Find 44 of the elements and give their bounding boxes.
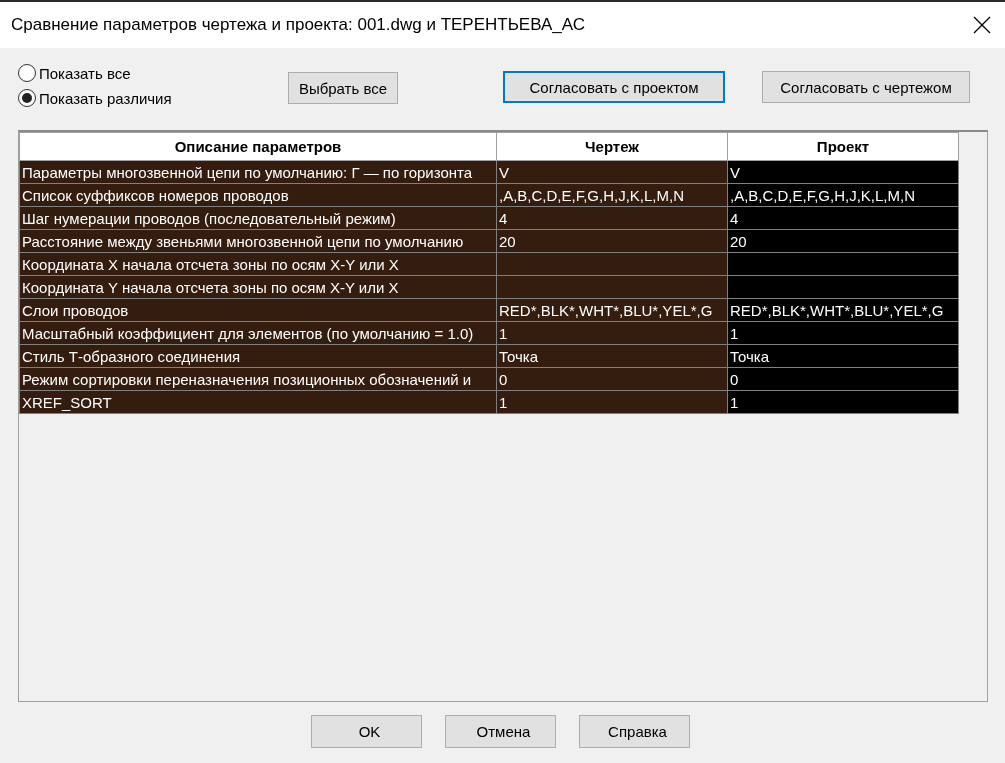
- table-cell: Координата X начала отсчета зоны по осям X-Y или X: [19, 252, 497, 276]
- radio-button[interactable]: [18, 64, 36, 82]
- dialog-button[interactable]: OK: [310, 715, 422, 748]
- table-cell: Точка: [496, 344, 728, 368]
- table-cell: 20: [727, 229, 959, 253]
- table-cell: 20: [496, 229, 728, 253]
- table-cell: Точка: [727, 344, 959, 368]
- column-header[interactable]: Чертеж: [496, 132, 728, 161]
- table-cell: RED*,BLK*,WHT*,BLU*,YEL*,G: [727, 298, 959, 322]
- table-cell: 0: [727, 367, 959, 391]
- table-cell: RED*,BLK*,WHT*,BLU*,YEL*,G: [496, 298, 728, 322]
- table-cell: Режим сортировки переназначения позиционных обозначений и: [19, 367, 497, 391]
- dialog-button[interactable]: Справка: [578, 715, 690, 748]
- column-header[interactable]: Проект: [727, 132, 959, 161]
- table-cell: V: [727, 160, 959, 184]
- radio-button[interactable]: [18, 89, 36, 107]
- table-cell: Шаг нумерации проводов (последовательный режим): [19, 206, 497, 230]
- table-cell: 0: [496, 367, 728, 391]
- window-title: Сравнение параметров чертежа и проекта: 001.dwg и ТЕРЕНТЬЕВА_АС: [11, 15, 585, 35]
- table-cell: 1: [727, 390, 959, 414]
- table-cell: 1: [496, 321, 728, 345]
- table-cell: 1: [727, 321, 959, 345]
- table-cell: 4: [496, 206, 728, 230]
- action-button[interactable]: Выбрать все: [288, 72, 398, 104]
- table-cell: Параметры многозвенной цепи по умолчанию: Г — по горизонта: [19, 160, 497, 184]
- action-button[interactable]: Согласовать с чертежом: [762, 71, 970, 103]
- radio-label[interactable]: Показать все: [39, 64, 131, 82]
- close-icon[interactable]: [973, 16, 991, 34]
- action-button[interactable]: Согласовать с проектом: [503, 71, 725, 103]
- table-cell: Координата Y начала отсчета зоны по осям X-Y или X: [19, 275, 497, 299]
- radio-label[interactable]: Показать различия: [39, 89, 172, 107]
- table-cell: 4: [727, 206, 959, 230]
- table-cell: Стиль Т-образного соединения: [19, 344, 497, 368]
- column-header[interactable]: Описание параметров: [19, 132, 497, 161]
- table-cell: 1: [496, 390, 728, 414]
- table-cell: Масштабный коэффициент для элементов (по умолчанию = 1.0): [19, 321, 497, 345]
- table-cell: ,A,B,C,D,E,F,G,H,J,K,L,M,N: [727, 183, 959, 207]
- table-cell: V: [496, 160, 728, 184]
- table-cell: ,A,B,C,D,E,F,G,H,J,K,L,M,N: [496, 183, 728, 207]
- table-cell: Слои проводов: [19, 298, 497, 322]
- table-cell: XREF_SORT: [19, 390, 497, 414]
- table-cell: Список суффиксов номеров проводов: [19, 183, 497, 207]
- dialog-button[interactable]: Отмена: [444, 715, 556, 748]
- table-cell: Расстояние между звеньями многозвенной цепи по умолчанию: [19, 229, 497, 253]
